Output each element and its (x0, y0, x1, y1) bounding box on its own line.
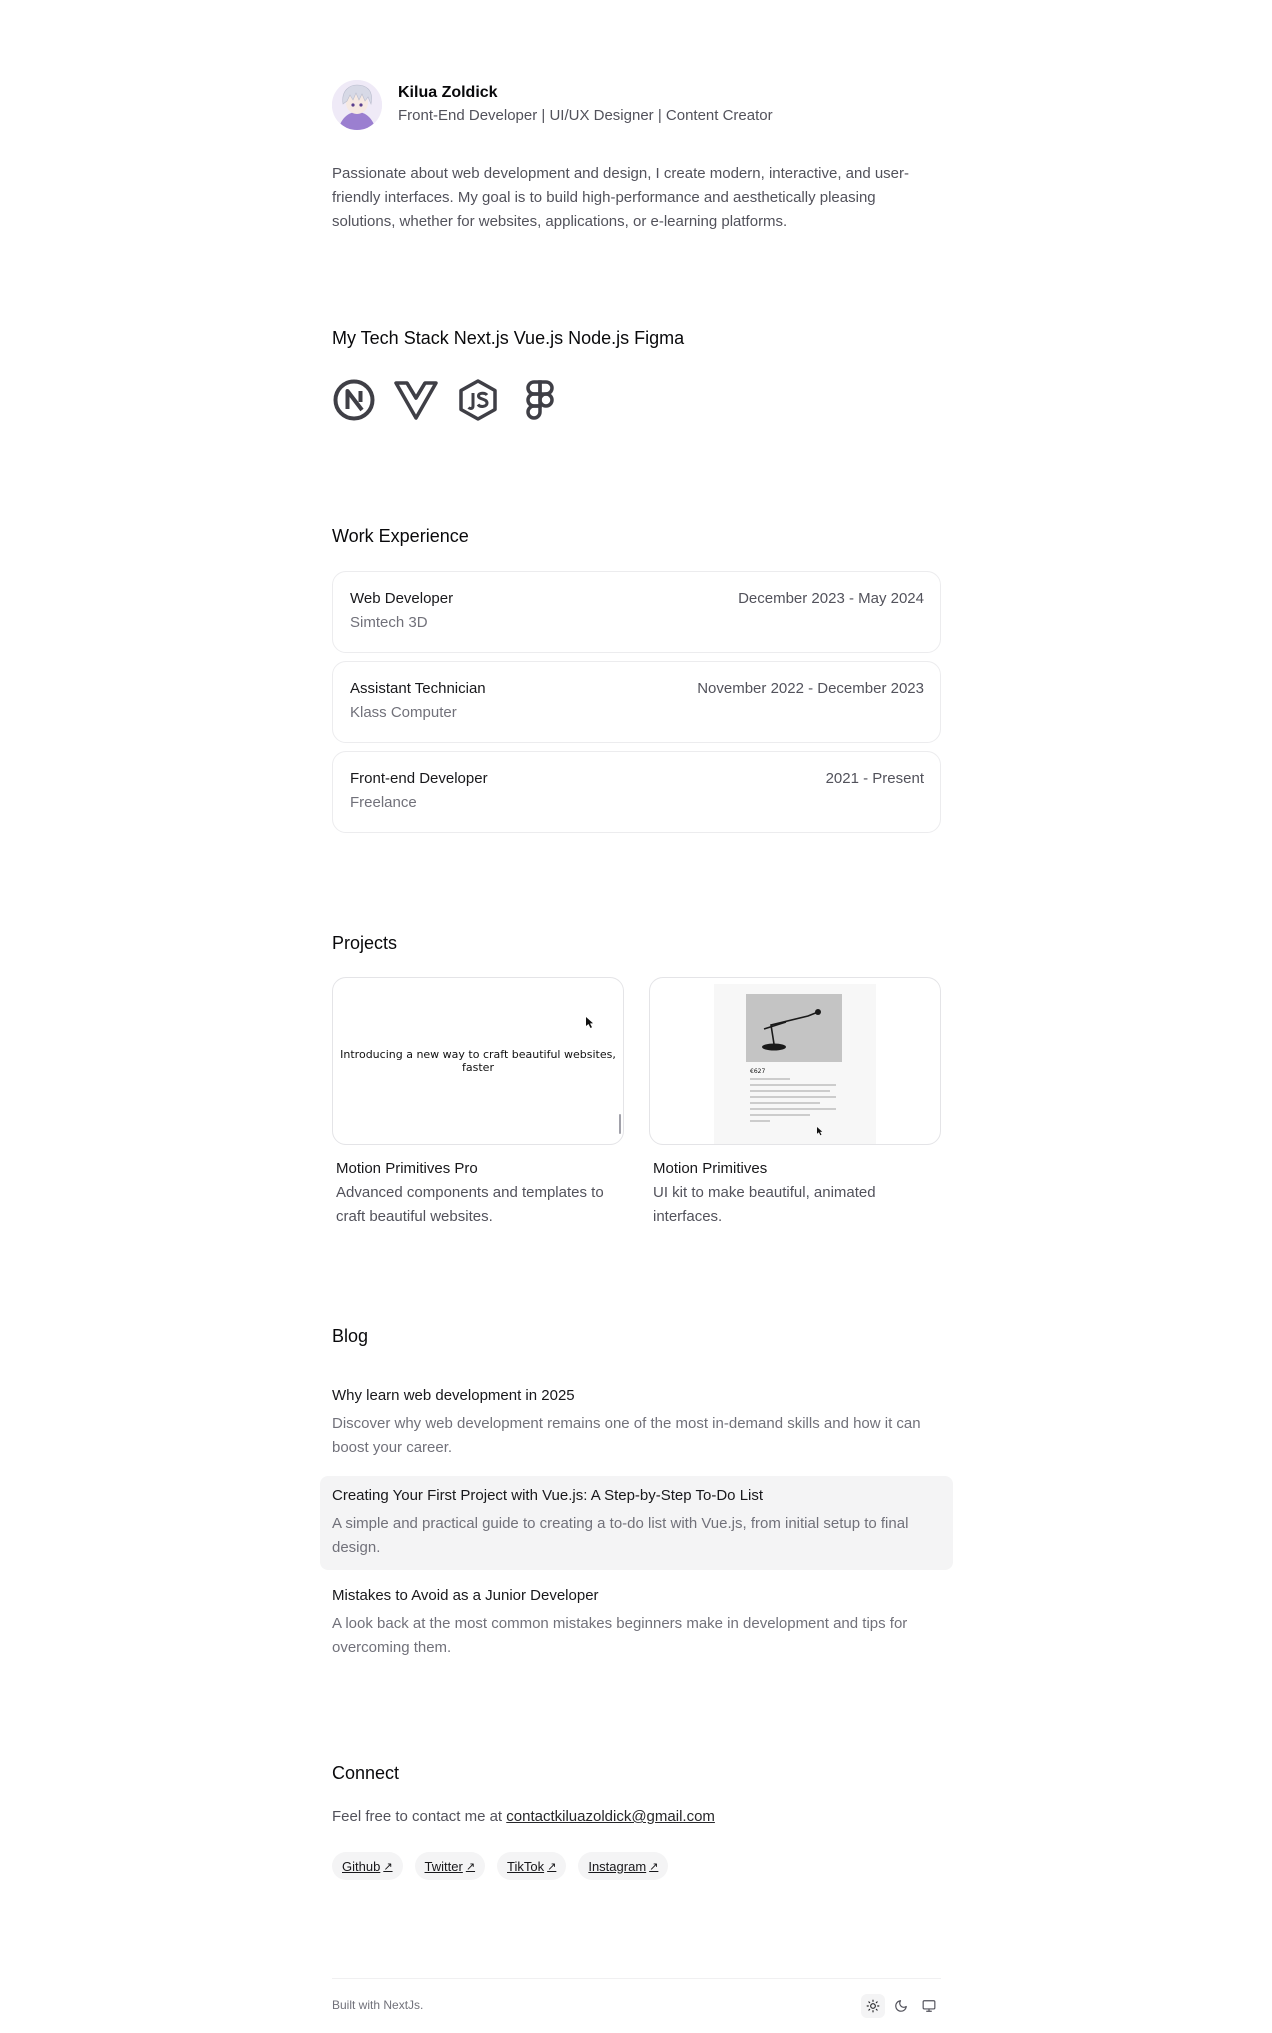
social-link-label: Github (342, 1858, 381, 1874)
theme-switcher (861, 1994, 941, 2018)
social-links: Github ↗ Twitter ↗ TikTok ↗ Instagram ↗ (332, 1852, 669, 1880)
experience-date: December 2023 - May 2024 (738, 590, 924, 607)
project-preview-text: Introducing a new way to craft beautiful… (340, 1048, 616, 1074)
profile-name: Kilua Zoldick (398, 84, 498, 101)
blog-post[interactable]: Why learn web development in 2025 Discov… (320, 1376, 953, 1470)
experience-card[interactable]: Front-end Developer Freelance 2021 - Pre… (332, 751, 941, 833)
blog-post-title: Creating Your First Project with Vue.js:… (332, 1487, 764, 1504)
blog-post-description: A simple and practical guide to creating… (332, 1515, 909, 1556)
experience-company: Klass Computer (350, 704, 457, 721)
social-link-label: Twitter (424, 1858, 463, 1874)
social-link-twitter[interactable]: Twitter ↗ (414, 1852, 486, 1880)
external-link-icon: ↗ (649, 1860, 659, 1873)
blog-post[interactable]: Mistakes to Avoid as a Junior Developer … (320, 1576, 953, 1670)
lamp-image (746, 994, 842, 1062)
nodejs-icon (459, 379, 497, 421)
experience-job-title: Assistant Technician (350, 680, 486, 697)
sun-icon (866, 1999, 880, 2013)
experience-date: 2021 - Present (825, 770, 924, 787)
footer-divider (332, 1978, 941, 1979)
intro-text: Passionate about web development and des… (332, 165, 910, 230)
social-link-label: Instagram (588, 1858, 647, 1874)
experience-card[interactable]: Assistant Technician Klass Computer Nove… (332, 661, 941, 743)
nextjs-icon (333, 379, 375, 421)
cursor-icon (586, 1017, 593, 1028)
experience-job-title: Front-end Developer (350, 770, 488, 787)
project-description: Advanced components and templates to cra… (336, 1184, 604, 1225)
external-link-icon: ↗ (465, 1860, 476, 1873)
projects-title: Projects (332, 933, 398, 953)
experience-title: Work Experience (332, 526, 469, 546)
project-title: Motion Primitives (653, 1160, 768, 1177)
blog-post-description: Discover why web development remains one… (332, 1415, 921, 1456)
project-card[interactable]: Introducing a new way to craft beautiful… (332, 977, 624, 1229)
dark-theme-button[interactable] (889, 1994, 913, 2018)
connect-title: Connect (332, 1763, 400, 1783)
blog-post-title: Mistakes to Avoid as a Junior Developer (332, 1587, 599, 1604)
experience-date: November 2022 - December 2023 (697, 680, 924, 697)
experience-card[interactable]: Web Developer Simtech 3D December 2023 -… (332, 571, 941, 653)
project-preview[interactable]: €627 (649, 977, 941, 1145)
scrollbar (619, 1114, 621, 1134)
vuejs-icon (394, 381, 438, 420)
blog-post[interactable]: Creating Your First Project with Vue.js:… (320, 1476, 953, 1570)
figma-icon (526, 380, 554, 420)
project-description: UI kit to make beautiful, animated inter… (653, 1184, 876, 1225)
email-link[interactable]: contactkiluazoldick@gmail.com (506, 1808, 715, 1825)
experience-job-title: Web Developer (350, 590, 454, 607)
blog-post-title: Why learn web development in 2025 (332, 1387, 575, 1404)
project-title: Motion Primitives Pro (336, 1160, 478, 1177)
moon-icon (895, 2000, 907, 2012)
monitor-icon (922, 2000, 936, 2012)
blog-post-description: A look back at the most common mistakes … (332, 1615, 908, 1656)
product-price: €627 (750, 1068, 766, 1075)
social-link-tiktok[interactable]: TikTok ↗ (497, 1852, 567, 1880)
external-link-icon: ↗ (547, 1860, 557, 1873)
cursor-icon (817, 1127, 823, 1136)
experience-company: Simtech 3D (350, 614, 428, 631)
light-theme-button[interactable] (861, 1994, 885, 2018)
profile-role: Front-End Developer | UI/UX Designer | C… (398, 107, 773, 124)
contact-line: Feel free to contact me at contactkiluaz… (332, 1808, 715, 1825)
experience-company: Freelance (350, 794, 417, 811)
project-preview[interactable]: Introducing a new way to craft beautiful… (332, 977, 624, 1145)
blog-title: Blog (332, 1326, 369, 1346)
footer-built-with: Built with NextJs. (332, 1998, 424, 2012)
project-card[interactable]: €627 Motion Primitives UI kit to make be… (649, 977, 941, 1229)
social-link-github[interactable]: Github ↗ (332, 1852, 403, 1880)
system-theme-button[interactable] (917, 1994, 941, 2018)
contact-text: Feel free to contact me at (332, 1808, 503, 1825)
profile-header: Kilua Zoldick Front-End Developer | UI/U… (332, 80, 773, 130)
external-link-icon: ↗ (383, 1860, 393, 1873)
product-page-mockup: €627 (714, 984, 876, 1144)
social-link-label: TikTok (507, 1858, 545, 1874)
avatar (332, 80, 382, 130)
tech-stack-icons (332, 378, 562, 422)
tech-stack-title: My Tech Stack Next.js Vue.js Node.js Fig… (332, 328, 685, 348)
social-link-instagram[interactable]: Instagram ↗ (578, 1852, 669, 1880)
